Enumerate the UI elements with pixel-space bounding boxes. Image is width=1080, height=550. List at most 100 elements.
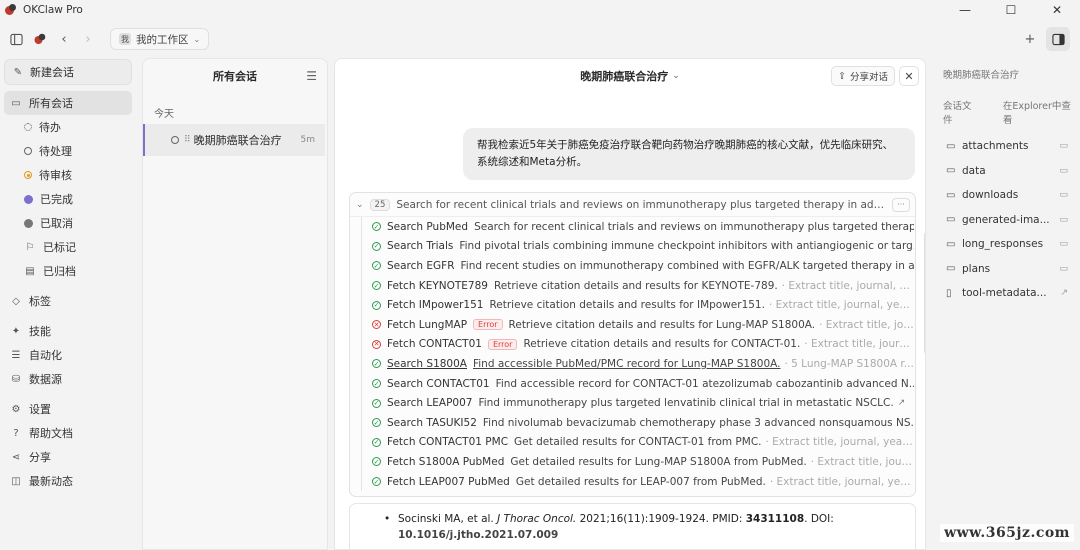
chevron-down-icon[interactable]: ⌄ (672, 71, 680, 81)
file-item[interactable]: ▭ downloads ▭ (932, 183, 1080, 208)
reference-doi[interactable]: 10.1016/j.jtho.2021.07.009 (386, 527, 915, 543)
tool-step-row[interactable]: ✕ Fetch CONTACT01 Error Retrieve citation d… (362, 335, 914, 355)
more-icon[interactable]: ··· (892, 197, 910, 212)
reference-line: Socinski MA, et al. J Thorac Oncol. 2021… (386, 511, 915, 527)
toolbar-right: + (1018, 27, 1070, 51)
forward-icon[interactable]: › (76, 27, 100, 51)
sidebar-item-label: 已归档 (43, 265, 76, 278)
check-circle-icon: ✓ (372, 398, 381, 408)
flag-icon: ⚐ (25, 241, 35, 253)
tool-step-row[interactable]: ✓ Search LEAP007 Find immunotherapy plus t… (362, 393, 914, 413)
check-circle-icon: ✓ (372, 261, 381, 271)
sidebar-item-share[interactable]: ⋖ 分享 (4, 445, 132, 469)
open-in-explorer-link[interactable]: 在Explorer中查看 (1003, 98, 1080, 126)
open-folder-icon[interactable]: ▭ (1059, 141, 1068, 151)
share-label: 分享对话 (849, 72, 888, 83)
step-name: Search CONTACT01 (387, 377, 490, 390)
open-folder-icon[interactable]: ▭ (1059, 264, 1068, 274)
close-icon[interactable]: ✕ (899, 66, 919, 86)
step-name: Fetch LungMAP (387, 318, 468, 331)
conversation-item[interactable]: ⠿ 晚期肺癌联合治疗 5m (143, 124, 325, 156)
step-name: Search TASUKI52 (387, 416, 477, 429)
tool-step-row[interactable]: ✓ Search PubMed Search for recent clinical… (362, 217, 914, 237)
step-name: Search EGFR (387, 259, 455, 272)
step-description: Retrieve citation details and results fo… (508, 318, 816, 331)
sidebar-item-skills[interactable]: ✦ 技能 (4, 319, 132, 343)
filter-icon[interactable]: ☰ (306, 69, 317, 83)
step-name: Fetch CONTACT01 (387, 338, 482, 351)
open-folder-icon[interactable]: ▭ (1059, 239, 1068, 249)
sidebar-item-news[interactable]: ◫ 最新动态 (4, 469, 132, 493)
tool-step-row[interactable]: ✓ Search S1800A Find accessible PubMed/PMC… (362, 354, 914, 374)
sidebar-item-automation[interactable]: ☰ 自动化 (4, 343, 132, 367)
sidebar-item-done[interactable]: 已完成 (4, 187, 132, 211)
file-item[interactable]: ▭ plans ▭ (932, 257, 1080, 282)
tool-step-row[interactable]: ✓ Search EGFR Find recent studies on immun… (362, 256, 914, 276)
open-folder-icon[interactable]: ▭ (1059, 215, 1068, 225)
chevron-down-icon[interactable]: ⌄ (356, 200, 364, 210)
tool-step-row[interactable]: ✓ Fetch LEAP007 PubMed Get detailed result… (362, 472, 914, 492)
step-extra: · Extract title, journal, year, ... (768, 299, 914, 312)
workspace-selector[interactable]: 我 我的工作区 ⌄ (110, 28, 210, 50)
sidebar-item-todo[interactable]: 待办 (4, 115, 132, 139)
sidebar-item-label: 已完成 (40, 193, 73, 206)
tool-step-row[interactable]: ✓ Search TASUKI52 Find nivolumab bevacizum… (362, 413, 914, 433)
step-extra: · Extract title, journal, year, ... (765, 436, 915, 449)
check-circle-icon: ✓ (372, 241, 381, 251)
file-item[interactable]: ▭ attachments ▭ (932, 134, 1080, 159)
sidebar-item-label: 标签 (29, 295, 51, 308)
minimize-button[interactable]: — (942, 0, 988, 20)
external-link-icon[interactable]: ↗ (898, 398, 906, 408)
sidebar-item-pending[interactable]: 待处理 (4, 139, 132, 163)
tool-step-row[interactable]: ✕ Fetch LungMAP Error Retrieve citation det… (362, 315, 914, 335)
share-conversation-button[interactable]: ⇪ 分享对话 (831, 66, 895, 86)
step-description: Search for recent clinical trials and re… (474, 220, 914, 233)
tool-step-row[interactable]: ✓ Search CONTACT01 Find accessible record … (362, 374, 914, 394)
scrollbar-thumb[interactable] (924, 233, 925, 353)
back-icon[interactable]: ‹ (52, 27, 76, 51)
file-item[interactable]: ▭ generated-ima... ▭ (932, 208, 1080, 233)
external-link-icon[interactable]: ↗ (1060, 288, 1068, 298)
step-name: Search Trials (387, 240, 454, 253)
chat-title[interactable]: 晚期肺癌联合治疗 (580, 68, 668, 84)
share-icon: ⋖ (11, 451, 21, 463)
new-chat-button[interactable]: ✎ 新建会话 (4, 59, 132, 85)
sidebar-item-settings[interactable]: ⚙ 设置 (4, 397, 132, 421)
sidebar-item-cancelled[interactable]: 已取消 (4, 211, 132, 235)
file-item[interactable]: ▭ long_responses ▭ (932, 232, 1080, 257)
file-item[interactable]: ▭ data ▭ (932, 159, 1080, 184)
check-circle-icon: ✓ (372, 379, 381, 389)
sidebar-item-help[interactable]: ? 帮助文档 (4, 421, 132, 445)
close-window-button[interactable]: ✕ (1034, 0, 1080, 20)
tool-step-row[interactable]: ✓ Fetch S1800A PubMed Get detailed results… (362, 452, 914, 472)
sidebar-item-archived[interactable]: ▤ 已归档 (4, 259, 132, 283)
app-logo-icon (5, 4, 17, 16)
folder-icon: ▭ (946, 189, 956, 201)
workspace-avatar: 我 (119, 33, 131, 45)
files-subheader: 会话文件 在Explorer中查看 (943, 98, 1080, 126)
open-folder-icon[interactable]: ▭ (1059, 166, 1068, 176)
tool-step-row[interactable]: ✓ Fetch CONTACT01 PMC Get detailed results… (362, 433, 914, 453)
maximize-button[interactable]: ☐ (988, 0, 1034, 20)
tool-step-row[interactable]: ✓ Search Trials Find pivotal trials combin… (362, 237, 914, 257)
tool-step-row[interactable]: ✓ Fetch KEYNOTE789 Retrieve citation detai… (362, 276, 914, 296)
file-name: long_responses (962, 238, 1044, 251)
add-icon[interactable]: + (1018, 27, 1042, 51)
file-item[interactable]: ▯ tool-metadata... ↗ (932, 281, 1080, 306)
check-circle-icon: ✓ (372, 281, 381, 291)
right-panel-toggle-icon[interactable] (1046, 27, 1070, 51)
megaphone-icon: ◫ (11, 475, 21, 487)
cancelled-status-icon (24, 218, 33, 228)
tool-step-row[interactable]: ✓ Fetch IMpower151 Retrieve citation detai… (362, 295, 914, 315)
sidebar-item-review[interactable]: 待审核 (4, 163, 132, 187)
steps-count-badge: 25 (369, 198, 391, 211)
gear-icon: ⚙ (11, 403, 21, 415)
sidebar-toggle-icon[interactable] (4, 27, 28, 51)
step-extra: · Extract title, journal, year... (781, 279, 914, 292)
sidebar-item-data-sources[interactable]: ⛁ 数据源 (4, 367, 132, 391)
steps-header[interactable]: ⌄ 25 Search for recent clinical trials a… (350, 193, 915, 217)
sidebar-item-tags[interactable]: ◇ 标签 (4, 289, 132, 313)
open-folder-icon[interactable]: ▭ (1059, 190, 1068, 200)
sidebar-item-all-chats[interactable]: ▭ 所有会话 (4, 91, 132, 115)
sidebar-item-flagged[interactable]: ⚐ 已标记 (4, 235, 132, 259)
